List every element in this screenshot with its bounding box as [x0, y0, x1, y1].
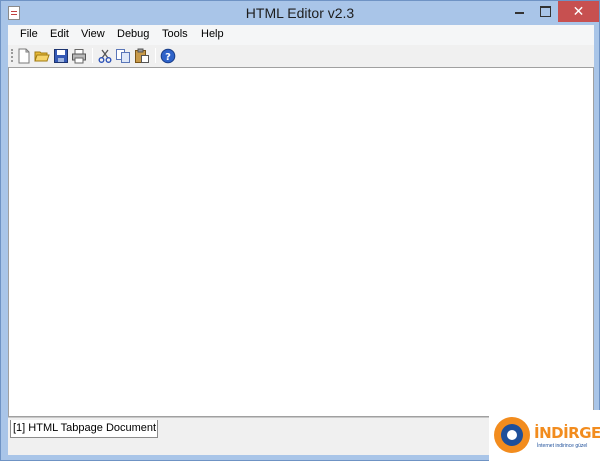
watermark-logo: İNDİRGEN İnternet indirince güzel [489, 410, 600, 461]
client-area: File Edit View Debug Tools Help ? [1] HT… [8, 25, 594, 455]
help-icon[interactable]: ? [160, 48, 176, 64]
minimize-button[interactable] [506, 1, 532, 22]
document-tab-label: [1] HTML Tabpage Document [13, 422, 157, 434]
app-window: HTML Editor v2.3 ✕ File Edit View Debug … [0, 0, 600, 461]
close-button[interactable]: ✕ [558, 1, 599, 22]
logo-icon [494, 417, 530, 453]
title-bar[interactable]: HTML Editor v2.3 ✕ [1, 1, 599, 25]
toolbar: ? [8, 45, 594, 66]
menu-edit[interactable]: Edit [50, 28, 69, 40]
svg-text:?: ? [165, 52, 171, 63]
toolbar-separator [155, 48, 156, 63]
new-icon[interactable] [16, 48, 32, 64]
maximize-button[interactable] [532, 1, 558, 22]
toolbar-grip[interactable] [11, 49, 14, 62]
open-icon[interactable] [34, 48, 50, 64]
close-icon: ✕ [572, 3, 585, 19]
menu-help[interactable]: Help [201, 28, 224, 40]
menu-view[interactable]: View [81, 28, 105, 40]
watermark-brand: İNDİRGEN [534, 424, 600, 442]
copy-icon[interactable] [115, 48, 131, 64]
print-icon[interactable] [71, 48, 87, 64]
menu-bar: File Edit View Debug Tools Help [8, 25, 594, 45]
watermark-slogan: İnternet indirince güzel [537, 443, 588, 449]
document-tab[interactable]: [1] HTML Tabpage Document [10, 420, 158, 438]
paste-icon[interactable] [134, 48, 150, 64]
editor-area[interactable] [8, 67, 594, 417]
menu-file[interactable]: File [20, 28, 38, 40]
menu-tools[interactable]: Tools [162, 28, 188, 40]
save-icon[interactable] [53, 48, 69, 64]
menu-debug[interactable]: Debug [117, 28, 149, 40]
toolbar-separator [92, 48, 93, 63]
cut-icon[interactable] [97, 48, 113, 64]
